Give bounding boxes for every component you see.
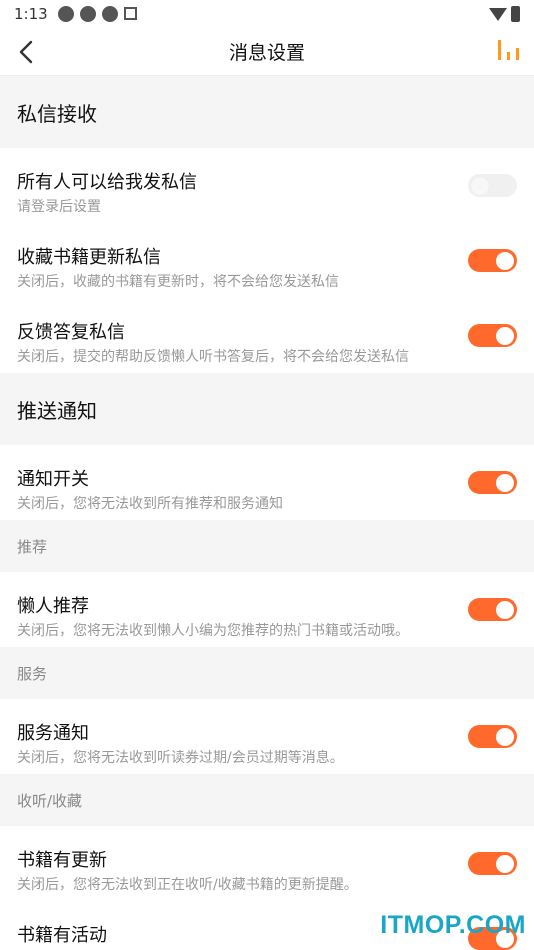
toggle-switch[interactable]: [468, 471, 517, 494]
chart-button[interactable]: [494, 38, 524, 66]
setting-row: 反馈答复私信关闭后，提交的帮助反馈懒人听书答复后，将不会给您发送私信: [0, 298, 534, 373]
setting-row: 书籍有更新关闭后，您将无法收到正在收听/收藏书籍的更新提醒。: [0, 826, 534, 901]
app-notification-icon: [57, 6, 74, 22]
bar-chart-icon: [498, 40, 519, 60]
toggle-knob: [496, 727, 514, 746]
font-icon: [123, 7, 137, 20]
toggle-knob: [496, 251, 514, 270]
toggle-switch[interactable]: [468, 249, 517, 272]
group-label: 服务: [0, 647, 534, 699]
aperture-icon: [101, 6, 118, 22]
setting-title: 懒人推荐: [17, 596, 89, 617]
status-bar: 1:13: [0, 0, 534, 28]
status-time: 1:13: [14, 5, 48, 23]
toggle-knob: [496, 854, 514, 873]
setting-row: 通知开关关闭后，您将无法收到所有推荐和服务通知: [0, 445, 534, 520]
toggle-switch[interactable]: [468, 598, 517, 621]
setting-row: 收藏书籍更新私信关闭后，收藏的书籍有更新时，将不会给您发送私信: [0, 223, 534, 298]
settings-list: 私信接收所有人可以给我发私信请登录后设置收藏书籍更新私信关闭后，收藏的书籍有更新…: [0, 76, 534, 950]
setting-row: 所有人可以给我发私信请登录后设置: [0, 148, 534, 223]
toggle-knob: [496, 473, 514, 492]
setting-description: 关闭后，提交的帮助反馈懒人听书答复后，将不会给您发送私信: [17, 349, 409, 365]
wifi-icon: [489, 7, 507, 21]
toggle-switch[interactable]: [468, 725, 517, 748]
back-button[interactable]: [10, 34, 42, 70]
setting-description: 关闭后，您将无法收到听读券过期/会员过期等消息。: [17, 750, 344, 766]
setting-description: 请登录后设置: [17, 199, 101, 215]
setting-title: 书籍有活动: [17, 925, 107, 946]
aperture-icon: [79, 6, 96, 22]
setting-title: 书籍有更新: [17, 850, 107, 871]
chevron-left-icon: [19, 40, 33, 64]
toggle-knob: [471, 176, 489, 195]
setting-description: 关闭后，您将无法收到懒人小编为您推荐的热门书籍或活动哦。: [17, 623, 409, 639]
setting-title: 收藏书籍更新私信: [17, 247, 161, 268]
section-heading: 私信接收: [0, 76, 534, 148]
nav-bar: 消息设置: [0, 28, 534, 76]
section-heading: 推送通知: [0, 373, 534, 445]
notification-icons: [57, 6, 137, 22]
group-label: 收听/收藏: [0, 774, 534, 826]
setting-title: 通知开关: [17, 469, 89, 490]
toggle-switch[interactable]: [468, 324, 517, 347]
setting-title: 所有人可以给我发私信: [17, 172, 197, 193]
setting-description: 关闭后，您将无法收到正在收听/收藏书籍的更新提醒。: [17, 877, 358, 893]
setting-description: 关闭后，您将无法收到所有推荐和服务通知: [17, 496, 283, 512]
setting-title: 反馈答复私信: [17, 322, 125, 343]
group-label: 推荐: [0, 520, 534, 572]
toggle-switch[interactable]: [468, 174, 517, 197]
setting-description: 关闭后，收藏的书籍有更新时，将不会给您发送私信: [17, 274, 339, 290]
setting-row: 懒人推荐关闭后，您将无法收到懒人小编为您推荐的热门书籍或活动哦。: [0, 572, 534, 647]
setting-title: 服务通知: [17, 723, 89, 744]
setting-row: 服务通知关闭后，您将无法收到听读券过期/会员过期等消息。: [0, 699, 534, 774]
toggle-switch[interactable]: [468, 852, 517, 875]
toggle-knob: [496, 326, 514, 345]
battery-icon: [511, 6, 520, 22]
watermark: ITMOP.COM: [380, 911, 526, 939]
toggle-knob: [496, 600, 514, 619]
page-title: 消息设置: [228, 42, 305, 64]
